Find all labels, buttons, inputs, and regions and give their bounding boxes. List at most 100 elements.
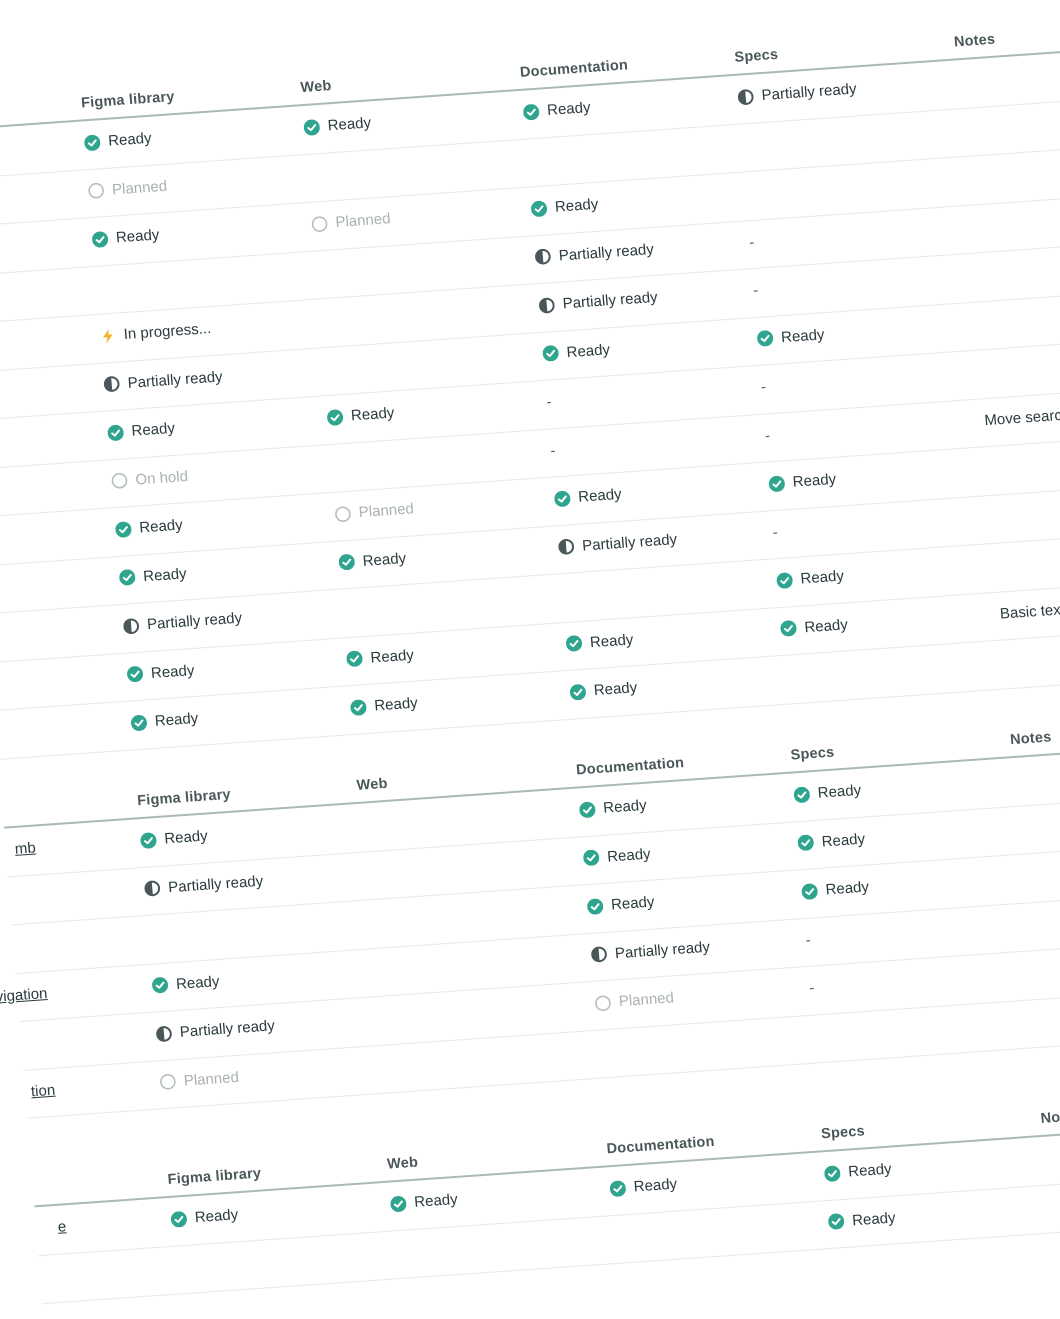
status-label: Ready <box>799 567 845 588</box>
status-specs: Ready <box>797 830 866 852</box>
status-docs: Partially ready <box>590 938 710 963</box>
check-circle-icon <box>828 1213 845 1230</box>
column-header-notes: Notes <box>1009 729 1053 749</box>
status-label: Partially ready <box>760 80 858 105</box>
status-label: Ready <box>362 549 407 570</box>
status-label: - <box>545 393 553 411</box>
status-label: Ready <box>138 516 184 537</box>
status-label: Ready <box>817 781 862 802</box>
check-circle-icon <box>350 699 367 716</box>
status-label: Partially ready <box>167 872 264 896</box>
status-figma: Planned <box>87 177 168 199</box>
check-circle-icon <box>530 200 548 217</box>
component-link[interactable]: mb <box>0 839 36 873</box>
status-label: - <box>752 281 759 300</box>
status-label: Ready <box>847 1160 893 1181</box>
status-label: Ready <box>565 340 611 361</box>
status-label: - <box>772 523 779 541</box>
check-circle-icon <box>583 849 600 866</box>
status-label: Planned <box>358 500 415 522</box>
check-circle-icon <box>126 666 144 683</box>
status-label: Ready <box>610 893 656 914</box>
status-label: Partially ready <box>562 288 659 313</box>
column-header-notes: Notes <box>1040 1108 1060 1127</box>
status-label: Ready <box>369 646 415 667</box>
check-circle-icon <box>554 490 571 507</box>
status-specs: Partially ready <box>737 80 857 105</box>
status-label: Ready <box>107 129 153 150</box>
status-label: Ready <box>602 796 648 817</box>
status-docs: Ready <box>579 796 648 819</box>
status-specs: - <box>760 378 766 395</box>
status-web: Planned <box>334 500 414 522</box>
status-label: Ready <box>175 972 220 993</box>
status-label: Ready <box>633 1175 678 1196</box>
half-circle-icon <box>538 296 555 313</box>
status-specs: Ready <box>828 1208 897 1231</box>
status-label: Partially ready <box>126 367 224 392</box>
check-circle-icon <box>569 683 586 700</box>
status-label: - <box>764 426 771 445</box>
status-docs: Ready <box>569 679 638 701</box>
status-web: Ready <box>326 404 395 426</box>
component-link[interactable]: e <box>0 1218 67 1252</box>
status-label: Partially ready <box>179 1017 276 1041</box>
status-specs: Ready <box>756 326 825 348</box>
check-circle-icon <box>757 330 774 347</box>
status-docs: Partially ready <box>538 289 658 314</box>
status-figma: On hold <box>111 467 189 489</box>
status-label: - <box>549 441 557 460</box>
status-figma: Partially ready <box>155 1017 275 1042</box>
status-label: Ready <box>350 404 395 425</box>
status-figma: Ready <box>140 827 208 849</box>
check-circle-icon <box>151 977 169 994</box>
status-docs: Ready <box>523 99 591 121</box>
check-circle-icon <box>801 883 818 900</box>
status-figma: Ready <box>170 1206 239 1228</box>
status-specs: - <box>753 282 759 299</box>
half-circle-icon <box>103 376 120 393</box>
status-label: Ready <box>606 845 652 866</box>
check-circle-icon <box>542 345 559 362</box>
status-specs: - <box>809 980 815 997</box>
status-figma: Ready <box>115 516 184 538</box>
status-web: Ready <box>350 694 419 717</box>
check-circle-icon <box>303 118 320 135</box>
check-circle-icon <box>326 409 344 426</box>
component-link[interactable]: tion <box>0 1081 55 1115</box>
status-figma: Planned <box>159 1068 239 1090</box>
check-circle-icon <box>776 572 793 589</box>
column-header-docs: Documentation <box>575 755 685 779</box>
check-circle-icon <box>579 801 596 818</box>
half-circle-icon <box>558 538 575 555</box>
status-figma: Partially ready <box>123 610 243 635</box>
status-section: onFigma libraryWebDocumentationSpecsNote… <box>0 695 1060 1119</box>
empty-circle-icon <box>311 215 328 232</box>
status-label: Ready <box>821 830 866 851</box>
status-label: Ready <box>824 878 870 899</box>
status-label: Ready <box>373 694 419 715</box>
check-circle-icon <box>84 134 101 151</box>
status-label: Ready <box>780 325 826 346</box>
check-circle-icon <box>824 1165 841 1182</box>
status-label: Partially ready <box>146 609 243 634</box>
half-circle-icon <box>123 617 140 634</box>
column-header-web: Web <box>386 1154 419 1173</box>
status-docs: Ready <box>530 196 599 218</box>
empty-circle-icon <box>111 472 128 489</box>
status-label: - <box>760 378 767 396</box>
status-label: Planned <box>183 1068 240 1090</box>
component-link[interactable]: navigation <box>0 985 48 1019</box>
check-circle-icon <box>609 1180 626 1197</box>
half-circle-icon <box>737 88 754 105</box>
status-label: - <box>804 931 812 949</box>
status-specs: Ready <box>776 567 845 589</box>
status-docs: Ready <box>554 486 622 508</box>
status-specs: Ready <box>793 782 862 804</box>
check-circle-icon <box>338 554 355 571</box>
status-label: Ready <box>554 195 599 216</box>
status-label: Ready <box>851 1208 897 1229</box>
column-header-specs: Specs <box>820 1123 866 1143</box>
check-circle-icon <box>107 424 124 441</box>
check-circle-icon <box>587 898 604 915</box>
